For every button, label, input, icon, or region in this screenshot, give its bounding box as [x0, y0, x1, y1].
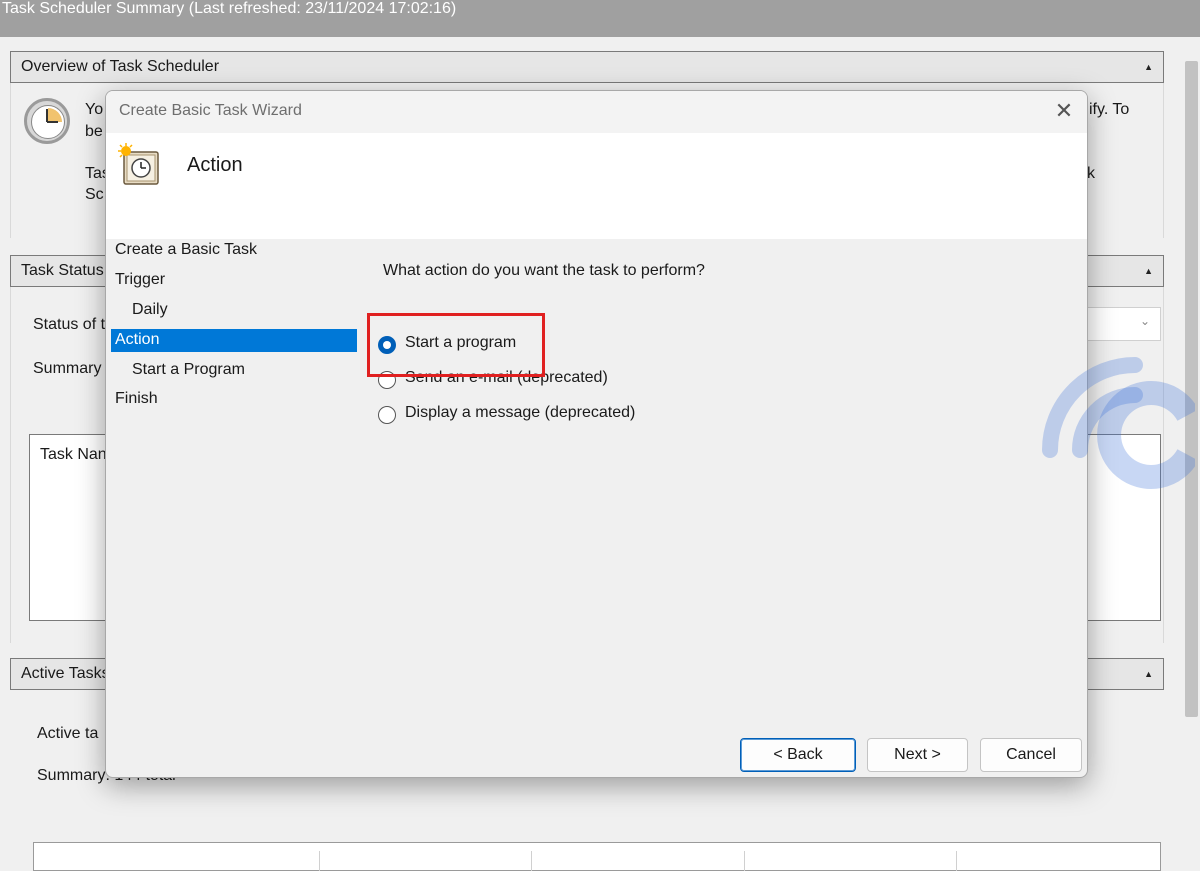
step-trigger[interactable]: Trigger [111, 269, 357, 292]
create-basic-task-dialog: Create Basic Task Wizard ✕ Action Create… [105, 90, 1088, 778]
step-daily[interactable]: Daily [111, 299, 357, 322]
status-period-dropdown[interactable]: ⌄ [1080, 307, 1161, 341]
task-status-heading: Task Status [21, 262, 104, 279]
dialog-title: Create Basic Task Wizard [119, 102, 302, 119]
step-create-basic-task[interactable]: Create a Basic Task [111, 239, 357, 262]
overview-text-line4: Sc [85, 186, 104, 203]
task-name-column-header[interactable]: Task Nan [40, 446, 107, 464]
step-action[interactable]: Action [111, 329, 357, 352]
dialog-header-title: Action [187, 154, 243, 176]
dialog-title-bar[interactable]: Create Basic Task Wizard ✕ [106, 91, 1087, 133]
overview-text-line3-end: k [1087, 165, 1095, 182]
close-icon[interactable]: ✕ [1046, 97, 1082, 127]
dialog-header: Action [106, 133, 1087, 239]
radio-button[interactable] [378, 406, 396, 424]
overview-text-line2: be [85, 123, 103, 140]
collapse-arrow-icon[interactable]: ▲ [1144, 256, 1153, 286]
active-tasks-table[interactable] [33, 842, 1161, 871]
collapse-arrow-icon[interactable]: ▲ [1144, 659, 1153, 689]
chevron-down-icon: ⌄ [1139, 314, 1150, 328]
overview-text-line1: Yo [85, 101, 104, 118]
cancel-button[interactable]: Cancel [980, 738, 1082, 772]
window-title-bar: Task Scheduler Summary (Last refreshed: … [0, 0, 1200, 37]
next-button[interactable]: Next > [867, 738, 968, 772]
back-button[interactable]: < Back [740, 738, 856, 772]
task-wizard-clock-icon [118, 143, 159, 185]
status-label: Status of t [33, 316, 106, 333]
overview-heading: Overview of Task Scheduler [21, 58, 220, 75]
highlight-annotation-box [367, 313, 545, 377]
window-title: Task Scheduler Summary (Last refreshed: … [2, 0, 457, 17]
active-tasks-heading: Active Tasks [21, 665, 110, 682]
option-display-message[interactable]: Display a message (deprecated) [378, 403, 738, 427]
overview-section-header[interactable]: Overview of Task Scheduler ▲ [10, 51, 1164, 83]
action-question: What action do you want the task to perf… [383, 262, 705, 279]
collapse-arrow-icon[interactable]: ▲ [1144, 52, 1153, 82]
overview-text-line1-end: ify. To [1089, 101, 1130, 118]
summary-label: Summary [33, 360, 102, 377]
step-finish[interactable]: Finish [111, 388, 357, 411]
active-tasks-label: Active ta [37, 725, 99, 742]
watermark-logo [1042, 357, 1195, 489]
step-start-a-program[interactable]: Start a Program [111, 359, 357, 382]
clock-icon [24, 98, 70, 144]
option-label[interactable]: Display a message (deprecated) [405, 404, 635, 422]
